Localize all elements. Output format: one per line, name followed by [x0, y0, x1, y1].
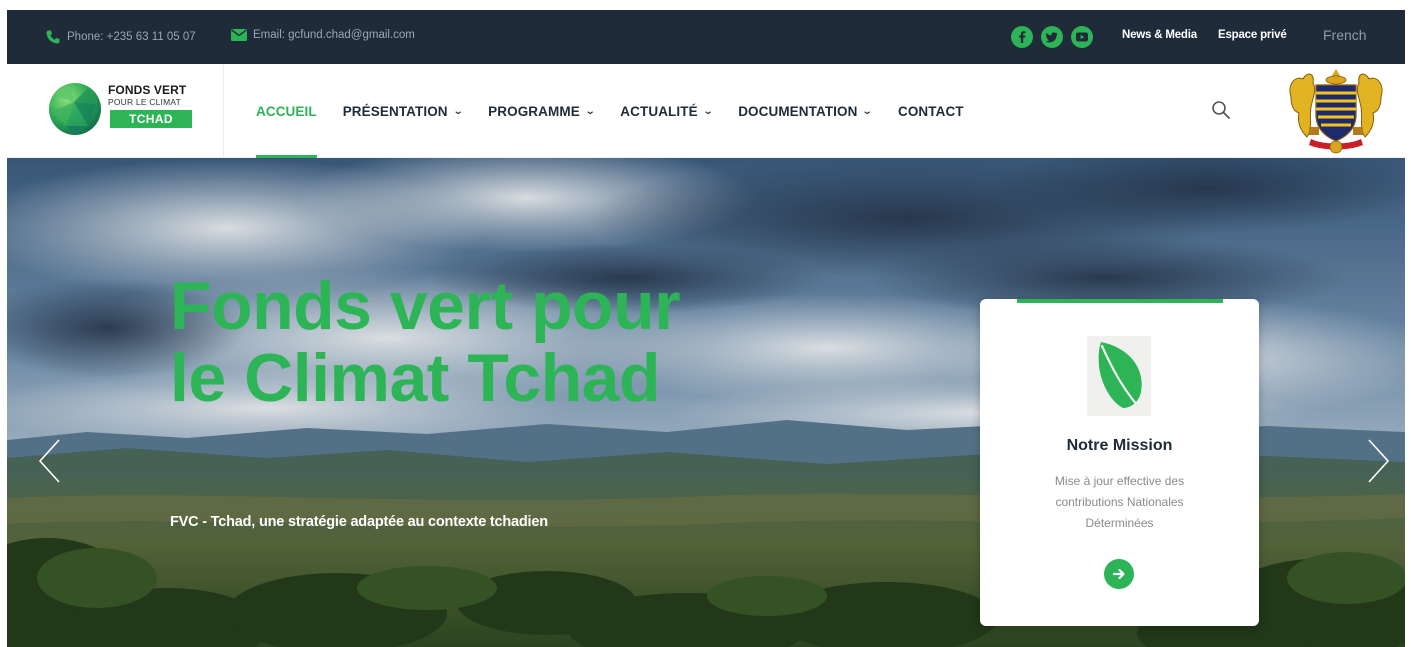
email-contact[interactable]: Email: gcfund.chad@gmail.com — [231, 29, 415, 41]
nav-item-actualite[interactable]: ACTUALITÉ ⌄ — [620, 64, 714, 158]
nav-label: CONTACT — [897, 103, 964, 119]
card-description: Mise à jour effective des contributions … — [1054, 474, 1185, 530]
arrow-right-button[interactable] — [1104, 559, 1134, 589]
browser-viewport: Phone: +235 63 11 05 07 Email: gcfund.ch… — [7, 10, 1405, 647]
site-logo[interactable]: FONDS VERT POUR LE CLIMAT TCHAD — [48, 80, 198, 144]
envelope-icon — [231, 29, 247, 41]
mission-card: Notre Mission Mise à jour effective des … — [980, 299, 1259, 626]
main-header: FONDS VERT POUR LE CLIMAT TCHAD ACCUEIL … — [7, 64, 1405, 158]
chevron-down-icon: ⌄ — [702, 105, 714, 117]
phone-contact[interactable]: Phone: +235 63 11 05 07 — [45, 29, 196, 45]
facebook-icon[interactable] — [1011, 26, 1033, 48]
globe-logo-icon — [49, 83, 101, 135]
hero-slider: Fonds vert pour le Climat Tchad FVC - Tc… — [7, 158, 1405, 647]
nav-label: ACCUEIL — [256, 103, 317, 119]
nav-label: PROGRAMME — [488, 103, 580, 119]
nav-item-programme[interactable]: PROGRAMME ⌄ — [488, 64, 596, 158]
chevron-left-icon[interactable] — [37, 438, 61, 484]
chevron-right-icon[interactable] — [1367, 438, 1391, 484]
youtube-icon[interactable] — [1071, 26, 1093, 48]
nav-label: PRÉSENTATION — [342, 103, 448, 119]
nav-label: DOCUMENTATION — [738, 103, 858, 119]
chevron-down-icon: ⌄ — [862, 105, 874, 117]
coat-of-arms-emblem — [1289, 69, 1383, 154]
main-nav: ACCUEIL PRÉSENTATION ⌄ PROGRAMME ⌄ ACTUA… — [256, 64, 990, 158]
language-selector[interactable]: French — [1323, 27, 1367, 43]
search-icon[interactable] — [1211, 100, 1231, 120]
nav-item-accueil[interactable]: ACCUEIL — [256, 64, 317, 158]
logo-text-line2: POUR LE CLIMAT — [108, 97, 182, 107]
chevron-down-icon: ⌄ — [452, 105, 464, 117]
logo-text-line1: FONDS VERT — [108, 83, 187, 97]
hero-title: Fonds vert pour le Climat Tchad — [170, 268, 681, 416]
logo-text-line3: TCHAD — [110, 110, 192, 128]
card-title: Notre Mission — [1066, 437, 1173, 454]
nav-item-presentation[interactable]: PRÉSENTATION ⌄ — [342, 64, 464, 158]
leaf-icon — [1087, 336, 1151, 416]
card-accent-line — [1017, 299, 1223, 303]
phone-text: Phone: +235 63 11 05 07 — [67, 31, 196, 43]
email-text: Email: gcfund.chad@gmail.com — [253, 29, 415, 41]
twitter-icon[interactable] — [1041, 26, 1063, 48]
espace-prive-link[interactable]: Espace privé — [1218, 29, 1287, 41]
nav-label: ACTUALITÉ — [620, 103, 698, 119]
chevron-down-icon: ⌄ — [584, 105, 596, 117]
news-media-link[interactable]: News & Media — [1122, 29, 1197, 41]
header-divider — [223, 64, 224, 158]
top-bar: Phone: +235 63 11 05 07 Email: gcfund.ch… — [7, 10, 1405, 64]
arrow-right-icon — [1112, 568, 1125, 580]
phone-icon — [46, 30, 60, 44]
nav-item-documentation[interactable]: DOCUMENTATION ⌄ — [738, 64, 874, 158]
social-links — [1011, 26, 1093, 48]
nav-item-contact[interactable]: CONTACT — [898, 64, 964, 158]
hero-subtitle: FVC - Tchad, une stratégie adaptée au co… — [170, 514, 548, 530]
